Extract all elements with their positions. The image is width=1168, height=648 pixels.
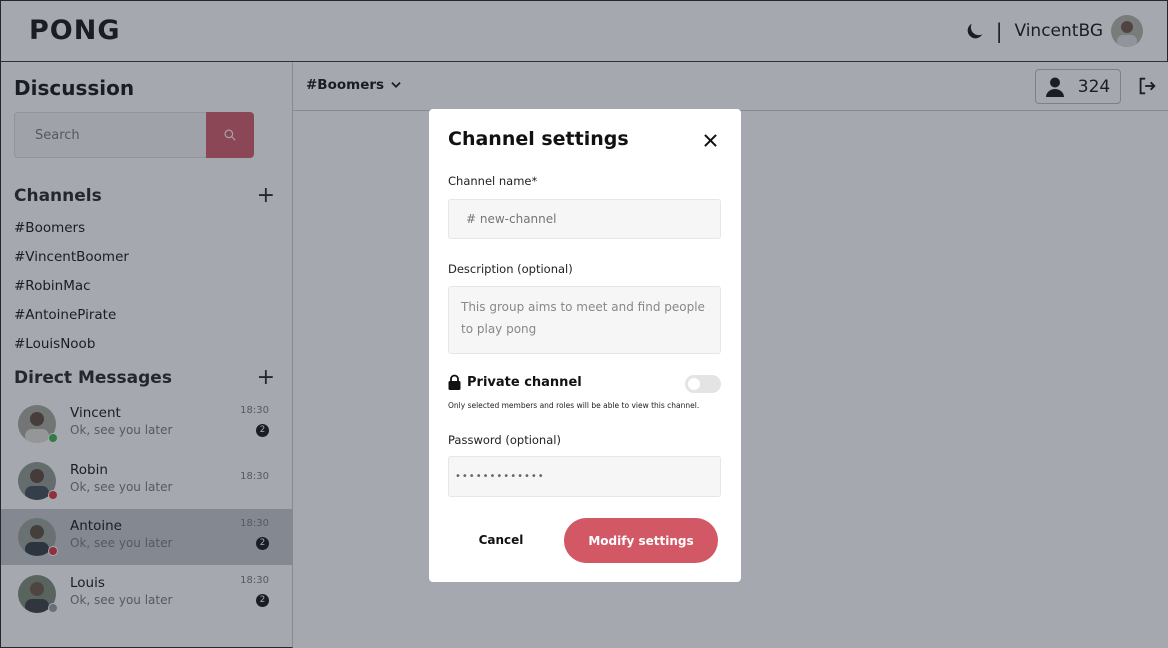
password-label: Password (optional)	[448, 433, 561, 447]
modify-settings-button[interactable]: Modify settings	[564, 518, 718, 563]
close-button[interactable]	[699, 129, 721, 151]
channel-name-input[interactable]	[448, 199, 721, 239]
modal-title: Channel settings	[448, 128, 629, 150]
private-channel-row: Private channel	[448, 374, 582, 390]
channel-settings-modal: Channel settings Channel name* Descripti…	[429, 109, 741, 582]
private-channel-label: Private channel	[467, 374, 582, 390]
description-input[interactable]: This group aims to meet and find people …	[448, 286, 721, 354]
channel-name-label: Channel name*	[448, 174, 538, 188]
toggle-knob	[688, 378, 700, 390]
private-channel-toggle[interactable]	[685, 375, 721, 393]
lock-icon	[448, 374, 461, 390]
cancel-button[interactable]: Cancel	[461, 519, 541, 561]
close-icon	[703, 133, 717, 147]
password-input[interactable]: •••••••••••••	[448, 456, 721, 497]
description-label: Description (optional)	[448, 262, 573, 276]
password-value: •••••••••••••	[455, 471, 545, 482]
private-channel-hint: Only selected members and roles will be …	[448, 401, 700, 410]
